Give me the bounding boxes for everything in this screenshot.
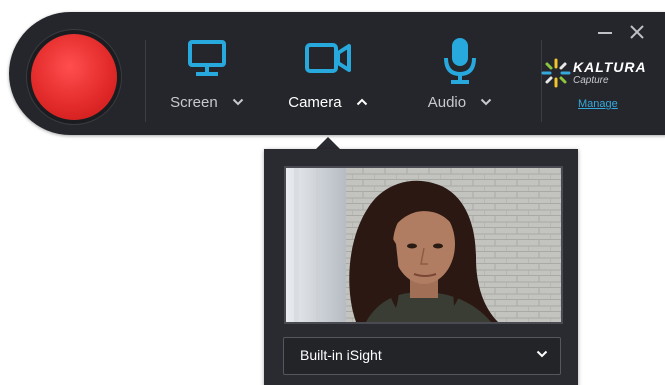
record-button[interactable]: [31, 34, 117, 120]
camera-dropdown-panel: Built-in iSight: [264, 149, 578, 385]
camera-device-select[interactable]: Built-in iSight: [283, 337, 561, 375]
screen-source-toggle[interactable]: Screen: [152, 32, 262, 122]
audio-source-label: Audio: [427, 94, 467, 111]
kaltura-logo: KALTURA Capture: [541, 56, 661, 90]
camera-device-value: Built-in iSight: [300, 347, 382, 363]
brand-name: KALTURA: [573, 59, 647, 75]
audio-source-toggle[interactable]: Audio: [405, 32, 515, 122]
chevron-down-icon: [536, 350, 548, 358]
chevron-up-icon: [356, 98, 367, 105]
screen-source-label: Screen: [170, 94, 218, 111]
camera-source-label: Camera: [288, 94, 342, 111]
camera-source-toggle[interactable]: Camera: [273, 32, 383, 122]
microphone-icon: [444, 38, 476, 84]
camera-preview: [284, 166, 563, 324]
video-camera-icon: [305, 43, 351, 73]
chevron-down-icon: [481, 98, 492, 105]
camera-preview-image: [286, 168, 561, 322]
monitor-icon: [188, 40, 226, 76]
product-name: Capture: [573, 75, 609, 86]
sunburst-logo-icon: [541, 58, 571, 88]
close-icon[interactable]: [627, 22, 647, 42]
minimize-icon[interactable]: [595, 22, 615, 42]
capture-app: Screen Camera Audio KALTURA Capture Mana…: [0, 0, 665, 385]
manage-link[interactable]: Manage: [578, 98, 618, 110]
divider: [145, 40, 146, 122]
chevron-down-icon: [232, 98, 244, 105]
